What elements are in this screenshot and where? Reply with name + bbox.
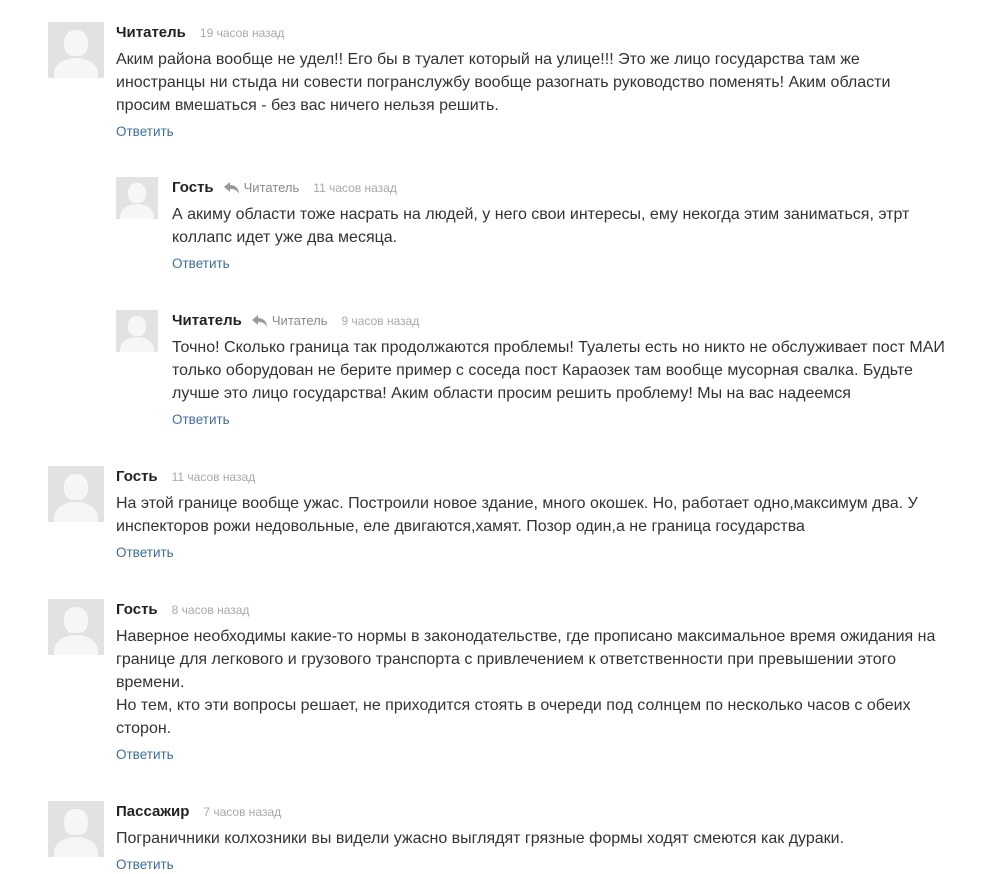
avatar-icon [116, 177, 158, 219]
reply-button[interactable]: Ответить [172, 255, 948, 273]
comment-paragraph: Точно! Сколько граница так продолжаются … [172, 339, 945, 402]
comment-text: На этой границе вообще ужас. Построили н… [116, 492, 948, 538]
comment-author[interactable]: Пассажир [116, 803, 189, 820]
comment-paragraph: Наверное необходимы какие-то нормы в зак… [116, 628, 936, 691]
reply-button[interactable]: Ответить [116, 856, 948, 874]
comment-text: Наверное необходимы какие-то нормы в зак… [116, 625, 948, 740]
comment-time: 7 часов назад [203, 805, 282, 819]
comment-author[interactable]: Гость [116, 601, 158, 618]
reply-button[interactable]: Ответить [172, 411, 948, 429]
comment-time: 11 часов назад [171, 470, 256, 484]
comment-time: 9 часов назад [341, 314, 420, 328]
reply-to-indicator[interactable]: Читатель [223, 177, 300, 199]
comment-author[interactable]: Гость [172, 179, 214, 196]
comment-text: Точно! Сколько граница так продолжаются … [172, 336, 948, 405]
comment: Пассажир 7 часов назад Пограничники колхо… [48, 801, 948, 873]
comment-author[interactable]: Читатель [172, 312, 242, 329]
comment-paragraph: Пограничники колхозники вы видели ужасно… [116, 830, 845, 847]
comment: Читатель 19 часов назад Аким района вообщ… [48, 22, 948, 142]
comment-text: Пограничники колхозники вы видели ужасно… [116, 827, 948, 850]
avatar-icon [48, 22, 104, 78]
reply-to-author: Читатель [271, 313, 328, 328]
avatar-icon [48, 801, 104, 857]
avatar-icon [48, 599, 104, 655]
comment-text: Аким района вообще не удел!! Его бы в ту… [116, 48, 948, 117]
comment-paragraph: Но тем, кто эти вопросы решает, не прихо… [116, 697, 911, 737]
comment-reply: Гость Читатель 11 часов назад А акиму обла… [116, 177, 948, 277]
comment-time: 19 часов назад [199, 26, 285, 40]
reply-button[interactable]: Ответить [116, 746, 948, 764]
reply-to-author: Читатель [243, 180, 300, 195]
comment-paragraph: На этой границе вообще ужас. Построили н… [116, 495, 918, 535]
comment: Гость 8 часов назад Наверное необходимы к… [48, 599, 948, 769]
comment-text: А акиму области тоже насрать на людей, у… [172, 203, 948, 249]
reply-button[interactable]: Ответить [116, 123, 948, 141]
comment: Гость 11 часов назад На этой границе вооб… [48, 466, 948, 566]
comment-paragraph: Аким района вообще не удел!! Его бы в ту… [116, 51, 891, 114]
comment-author[interactable]: Читатель [116, 24, 186, 41]
comment-author[interactable]: Гость [116, 468, 158, 485]
reply-to-indicator[interactable]: Читатель [251, 310, 328, 332]
avatar-icon [116, 310, 158, 352]
comment-paragraph: А акиму области тоже насрать на людей, у… [172, 206, 910, 246]
comment-time: 8 часов назад [171, 603, 250, 617]
comment-reply: Читатель Читатель 9 часов назад Точно! Ско… [116, 310, 948, 440]
avatar-icon [48, 466, 104, 522]
reply-arrow-icon [251, 315, 267, 327]
comment-time: 11 часов назад [313, 181, 397, 195]
reply-arrow-icon [223, 182, 239, 194]
reply-button[interactable]: Ответить [116, 544, 948, 562]
